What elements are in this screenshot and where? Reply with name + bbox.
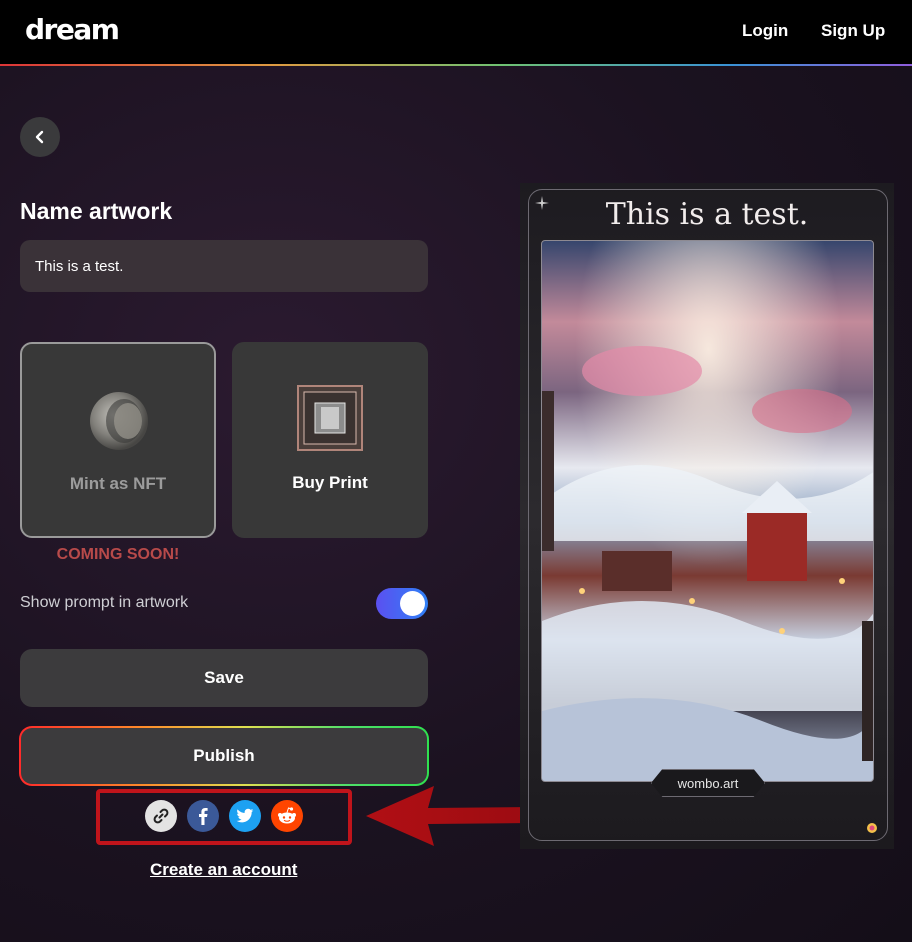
nft-coin-icon — [90, 392, 148, 450]
mint-nft-card[interactable]: Mint as NFT — [20, 342, 216, 538]
login-link[interactable]: Login — [742, 21, 788, 41]
rainbow-divider — [0, 64, 912, 66]
wombo-logo-icon — [867, 823, 877, 833]
reddit-icon[interactable] — [271, 800, 303, 832]
buy-print-card[interactable]: Buy Print — [232, 342, 428, 538]
twitter-icon[interactable] — [229, 800, 261, 832]
buy-print-label: Buy Print — [292, 473, 368, 492]
mint-nft-label: Mint as NFT — [69, 474, 167, 493]
coming-soon-badge: COMING SOON! — [56, 546, 180, 563]
name-artwork-heading: Name artwork — [20, 198, 173, 224]
artwork-name-input[interactable] — [20, 240, 428, 292]
show-prompt-label: Show prompt in artwork — [20, 594, 189, 611]
winter-village-painting — [542, 241, 873, 781]
facebook-icon[interactable] — [187, 800, 219, 832]
create-account-link[interactable]: Create an account — [150, 860, 297, 880]
share-highlight-box — [96, 789, 352, 845]
wombo-art-tag: wombo.art — [651, 769, 765, 797]
back-button[interactable] — [20, 117, 60, 157]
artwork-title: This is a test. — [605, 197, 809, 232]
chevron-left-icon — [35, 130, 44, 144]
top-nav: dream Login Sign Up — [0, 0, 912, 64]
generated-artwork-image — [541, 240, 874, 782]
dream-logo[interactable]: dream — [25, 13, 120, 46]
publish-button-border: Publish — [19, 726, 429, 786]
save-button[interactable]: Save — [20, 649, 428, 707]
link-icon[interactable] — [145, 800, 177, 832]
toggle-knob — [400, 591, 425, 616]
framed-print-icon — [297, 385, 363, 451]
show-prompt-toggle[interactable] — [376, 588, 428, 619]
signup-link[interactable]: Sign Up — [821, 21, 885, 41]
publish-button[interactable]: Publish — [21, 728, 427, 784]
